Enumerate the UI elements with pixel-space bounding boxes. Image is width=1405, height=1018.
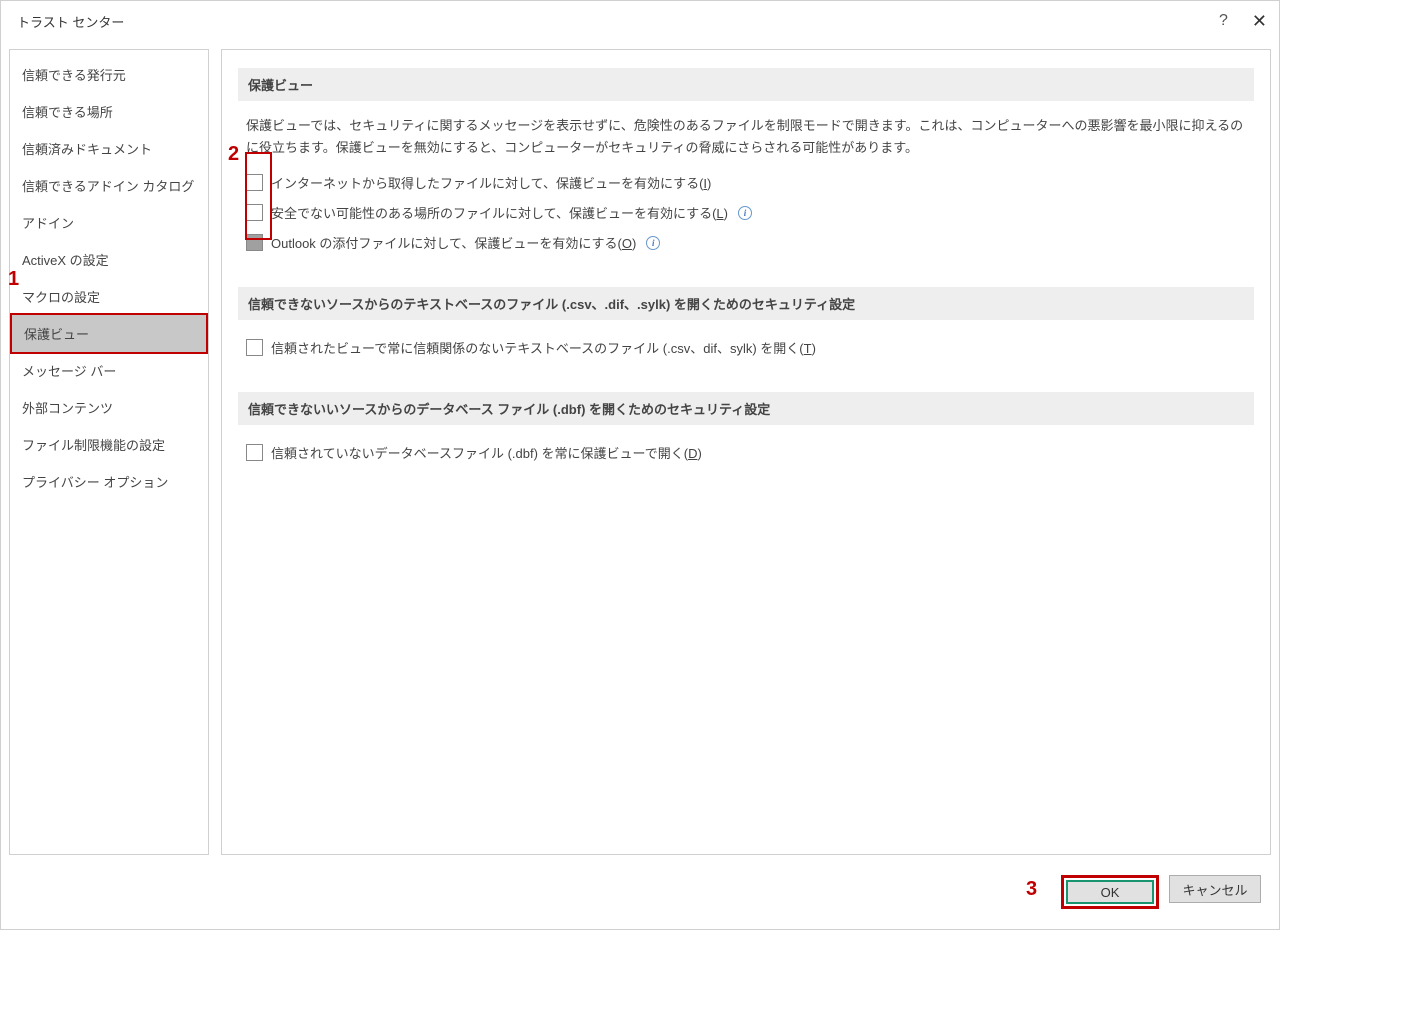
sidebar: 信頼できる発行元 信頼できる場所 信頼済みドキュメント 信頼できるアドイン カタ…: [9, 49, 209, 855]
main-panel: 保護ビュー 保護ビューでは、セキュリティに関するメッセージを表示せずに、危険性の…: [221, 49, 1271, 855]
sidebar-item-macro[interactable]: マクロの設定: [10, 278, 208, 315]
info-icon[interactable]: i: [646, 236, 660, 250]
annotation-3: 3: [1026, 878, 1037, 901]
button-bar: OK キャンセル: [1, 863, 1279, 929]
ok-button-highlight-box: OK: [1061, 875, 1159, 909]
sidebar-item-trusted-publishers[interactable]: 信頼できる発行元: [10, 56, 208, 93]
help-icon[interactable]: ?: [1219, 12, 1228, 30]
sidebar-item-file-block[interactable]: ファイル制限機能の設定: [10, 426, 208, 463]
sidebar-item-trusted-addins[interactable]: 信頼できるアドイン カタログ: [10, 167, 208, 204]
checkbox-label-text-files: 信頼されたビューで常に信頼関係のないテキストベースのファイル (.csv、dif…: [271, 338, 816, 357]
info-icon[interactable]: i: [738, 206, 752, 220]
close-icon[interactable]: ✕: [1252, 11, 1267, 32]
checkbox-db-files[interactable]: [246, 444, 263, 461]
section-header-text-files: 信頼できないソースからのテキストベースのファイル (.csv、.dif、.syl…: [238, 287, 1254, 320]
sidebar-item-activex[interactable]: ActiveX の設定: [10, 241, 208, 278]
checkbox-label-unsafe-locations: 安全でない可能性のある場所のファイルに対して、保護ビューを有効にする(L): [271, 203, 728, 222]
sidebar-item-privacy[interactable]: プライバシー オプション: [10, 463, 208, 500]
section-header-protected-view: 保護ビュー: [238, 68, 1254, 101]
titlebar: トラスト センター ? ✕: [1, 1, 1279, 41]
section-desc-protected-view: 保護ビューでは、セキュリティに関するメッセージを表示せずに、危険性のあるファイル…: [246, 115, 1246, 159]
sidebar-item-trusted-locations[interactable]: 信頼できる場所: [10, 93, 208, 130]
window-title: トラスト センター: [13, 12, 124, 31]
section-header-db-files: 信頼できないいソースからのデータベース ファイル (.dbf) を開くためのセキ…: [238, 392, 1254, 425]
ok-button[interactable]: OK: [1066, 880, 1154, 904]
sidebar-item-external-content[interactable]: 外部コンテンツ: [10, 389, 208, 426]
cancel-button[interactable]: キャンセル: [1169, 875, 1261, 903]
checkbox-unsafe-locations[interactable]: [246, 204, 263, 221]
checkbox-label-internet-files: インターネットから取得したファイルに対して、保護ビューを有効にする(I): [271, 173, 711, 192]
annotation-1: 1: [8, 268, 19, 291]
sidebar-item-message-bar[interactable]: メッセージ バー: [10, 352, 208, 389]
sidebar-item-protected-view[interactable]: 保護ビュー: [10, 313, 208, 354]
checkbox-label-outlook-attachments: Outlook の添付ファイルに対して、保護ビューを有効にする(O): [271, 233, 636, 252]
checkbox-label-db-files: 信頼されていないデータベースファイル (.dbf) を常に保護ビューで開く(D): [271, 443, 702, 462]
checkbox-internet-files[interactable]: [246, 174, 263, 191]
annotation-2: 2: [228, 143, 239, 166]
checkbox-outlook-attachments[interactable]: [246, 234, 263, 251]
sidebar-item-trusted-documents[interactable]: 信頼済みドキュメント: [10, 130, 208, 167]
checkbox-text-files[interactable]: [246, 339, 263, 356]
sidebar-item-addins[interactable]: アドイン: [10, 204, 208, 241]
